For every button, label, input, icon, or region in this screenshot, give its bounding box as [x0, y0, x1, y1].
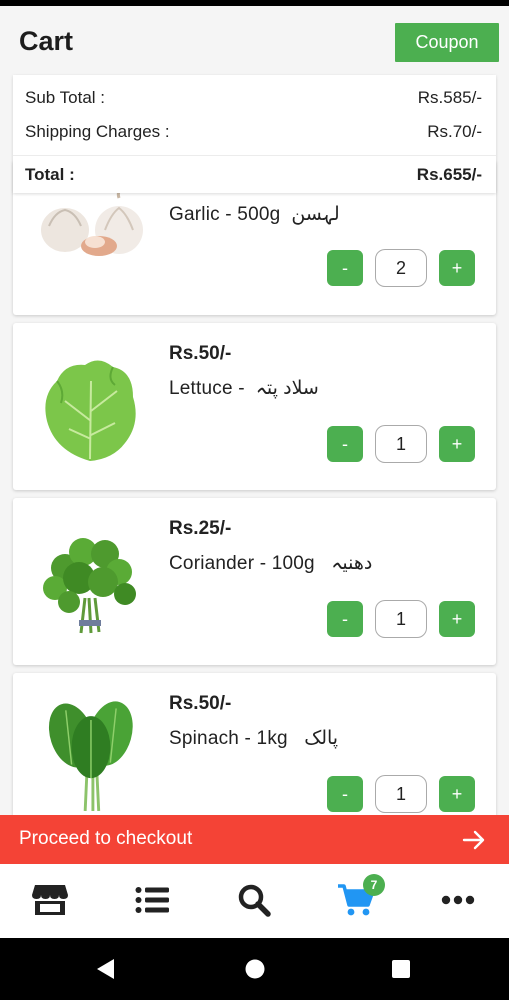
quantity-value: 1: [375, 775, 427, 813]
order-summary: Sub Total : Rs.585/- Shipping Charges : …: [13, 75, 496, 193]
decrease-button[interactable]: -: [327, 250, 363, 286]
total-row: Total : Rs.655/-: [25, 165, 482, 185]
list-icon: [135, 887, 169, 913]
item-price: Rs.50/-: [169, 693, 232, 714]
item-name-urdu: پالک: [304, 728, 339, 749]
spinach-image: [48, 701, 133, 811]
home-button[interactable]: [243, 957, 267, 981]
more-icon: [441, 895, 475, 905]
home-circle-icon: [245, 959, 265, 979]
system-navigation-bar: [0, 938, 509, 1000]
shipping-row: Shipping Charges : Rs.70/-: [25, 122, 482, 142]
coupon-button[interactable]: Coupon: [395, 23, 499, 62]
increase-button[interactable]: +: [439, 250, 475, 286]
decrease-button[interactable]: -: [327, 776, 363, 812]
decrease-button[interactable]: -: [327, 426, 363, 462]
store-icon: [32, 885, 68, 915]
header: Cart Coupon: [0, 6, 509, 76]
quantity-value: 2: [375, 249, 427, 287]
quantity-stepper: - 2 +: [327, 249, 475, 288]
increase-button[interactable]: +: [439, 426, 475, 462]
nav-store[interactable]: [28, 878, 72, 922]
search-icon: [238, 884, 271, 917]
checkout-button[interactable]: Proceed to checkout: [0, 815, 509, 864]
total-label: Total :: [25, 165, 75, 184]
item-name-urdu: سلاد پتہ: [255, 378, 319, 399]
quantity-stepper: - 1 +: [327, 775, 475, 814]
summary-divider: [13, 155, 496, 156]
increase-button[interactable]: +: [439, 601, 475, 637]
cart-item-lettuce: Rs.50/- Lettuce - سلاد پتہ - 1 +: [13, 323, 496, 490]
quantity-stepper: - 1 +: [327, 600, 475, 639]
shipping-label: Shipping Charges :: [25, 122, 170, 141]
item-name: Spinach - 1kg پالک: [169, 727, 338, 750]
cart-item-spinach: Rs.50/- Spinach - 1kg پالک - 1 +: [13, 673, 496, 823]
item-price: Rs.50/-: [169, 343, 232, 364]
item-price: Rs.25/-: [169, 518, 232, 539]
quantity-stepper: - 1 +: [327, 425, 475, 464]
recents-square-icon: [392, 960, 410, 978]
nav-search[interactable]: [232, 878, 276, 922]
bottom-navigation: 7: [0, 864, 509, 938]
shipping-value: Rs.70/-: [427, 122, 482, 141]
item-name-en: Garlic - 500g: [169, 204, 281, 225]
checkout-label: Proceed to checkout: [19, 828, 193, 849]
decrease-button[interactable]: -: [327, 601, 363, 637]
increase-button[interactable]: +: [439, 776, 475, 812]
coriander-image: [43, 538, 136, 634]
subtotal-value: Rs.585/-: [417, 88, 482, 107]
total-value: Rs.655/-: [416, 165, 482, 184]
recents-button[interactable]: [389, 957, 413, 981]
item-name: Garlic - 500g لہسن: [169, 203, 340, 226]
item-name-en: Spinach - 1kg: [169, 728, 288, 749]
item-name-urdu: لہسن: [291, 204, 340, 225]
quantity-value: 1: [375, 425, 427, 463]
nav-more[interactable]: [436, 878, 480, 922]
back-button[interactable]: [94, 957, 118, 981]
subtotal-row: Sub Total : Rs.585/-: [25, 88, 482, 108]
item-name: Lettuce - سلاد پتہ: [169, 377, 319, 400]
page-title: Cart: [19, 26, 74, 56]
cart-item-coriander: Rs.25/- Coriander - 100g دھنیہ - 1 +: [13, 498, 496, 665]
quantity-value: 1: [375, 600, 427, 638]
item-name-en: Lettuce -: [169, 378, 245, 399]
arrow-right-icon: [462, 830, 485, 850]
garlic-image: [41, 190, 143, 256]
item-name-en: Coriander - 100g: [169, 553, 315, 574]
nav-categories[interactable]: [130, 878, 174, 922]
cart-count-badge: 7: [363, 874, 385, 896]
back-triangle-icon: [97, 959, 114, 979]
lettuce-image: [45, 360, 136, 461]
item-name-urdu: دھنیہ: [331, 553, 373, 574]
subtotal-label: Sub Total :: [25, 88, 106, 107]
item-name: Coriander - 100g دھنیہ: [169, 552, 372, 575]
